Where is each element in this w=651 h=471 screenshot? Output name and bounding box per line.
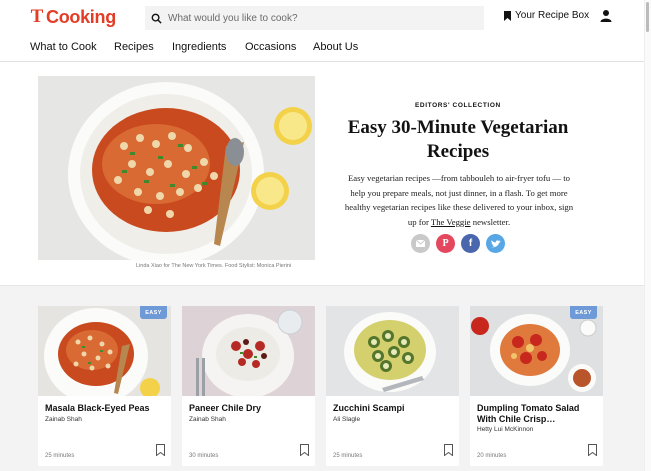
recipe-card-author: Zainab Shah xyxy=(45,416,82,423)
share-email-button[interactable] xyxy=(411,234,430,253)
recipe-card-author: Zainab Shah xyxy=(189,416,226,423)
recipe-card-title: Zucchini Scampi xyxy=(333,403,405,413)
hero-image[interactable] xyxy=(38,76,315,260)
page-title: Easy 30-Minute Vegetarian Recipes xyxy=(347,117,569,162)
share-twitter-button[interactable] xyxy=(486,234,505,253)
photo-credit: Linda Xiao for The New York Times. Food … xyxy=(136,263,292,269)
easy-badge: EASY xyxy=(140,306,167,319)
recipe-card[interactable]: Paneer Chile Dry Zainab Shah 30 minutes xyxy=(182,306,315,466)
the-veggie-newsletter-link[interactable]: The Veggie xyxy=(431,217,471,227)
pinterest-icon: P xyxy=(442,238,449,249)
save-recipe-bookmark-icon[interactable] xyxy=(588,444,597,456)
share-pinterest-button[interactable]: P xyxy=(436,234,455,253)
recipe-card-time: 25 minutes xyxy=(333,453,363,459)
collection-kicker: EDITORS' COLLECTION xyxy=(415,102,501,109)
search-input[interactable] xyxy=(168,12,468,24)
description-text-end: newsletter. xyxy=(470,216,511,227)
bookmark-icon xyxy=(504,10,511,21)
recipe-card-time: 20 minutes xyxy=(477,453,507,459)
recipe-card-title: Masala Black-Eyed Peas xyxy=(45,403,150,413)
nyt-cooking-logo[interactable]: T Cooking xyxy=(29,6,117,28)
recipe-card-image xyxy=(326,306,459,396)
recipe-card-image xyxy=(470,306,603,396)
user-account-icon[interactable] xyxy=(600,9,612,23)
recipe-card-title: Dumpling Tomato Salad With Chile Crisp… xyxy=(477,403,580,424)
collection-description: Easy vegetarian recipes —from tabbouleh … xyxy=(344,171,574,229)
nav-item-what-to-cook[interactable]: What to Cook xyxy=(30,41,97,53)
share-facebook-button[interactable]: f xyxy=(461,234,480,253)
nav-item-ingredients[interactable]: Ingredients xyxy=(172,41,226,53)
twitter-icon xyxy=(490,239,501,247)
recipe-box-link[interactable]: Your Recipe Box xyxy=(504,10,589,21)
recipe-card-time: 25 minutes xyxy=(45,453,75,459)
recipe-box-label: Your Recipe Box xyxy=(515,10,590,21)
email-icon xyxy=(416,240,425,247)
save-recipe-bookmark-icon[interactable] xyxy=(156,444,165,456)
main-nav: What to Cook Recipes Ingredients Occasio… xyxy=(0,36,651,62)
search-bar[interactable] xyxy=(145,6,484,30)
recipe-card[interactable]: Zucchini Scampi Ali Slagle 25 minutes xyxy=(326,306,459,466)
top-bar: T Cooking Your Recipe Box xyxy=(0,0,651,36)
recipe-card-time: 30 minutes xyxy=(189,453,219,459)
nyt-t-logo-icon: T xyxy=(30,6,44,27)
easy-badge: EASY xyxy=(570,306,597,319)
recipe-card-author: Hetty Lui McKinnon xyxy=(477,426,534,433)
facebook-icon: f xyxy=(468,238,473,249)
nav-item-about-us[interactable]: About Us xyxy=(313,41,358,53)
recipe-card-author: Ali Slagle xyxy=(333,416,361,423)
nav-item-recipes[interactable]: Recipes xyxy=(114,41,154,53)
save-recipe-bookmark-icon[interactable] xyxy=(444,444,453,456)
recipe-card[interactable]: EASY Dumpling Tomato Salad With Chile Cr… xyxy=(470,306,603,466)
recipe-card-image xyxy=(182,306,315,396)
scrollbar-thumb[interactable] xyxy=(646,2,649,32)
recipe-card-title: Paneer Chile Dry xyxy=(189,403,262,413)
page-scrollbar[interactable] xyxy=(644,0,651,471)
search-icon xyxy=(151,13,162,24)
nav-item-occasions[interactable]: Occasions xyxy=(245,41,296,53)
recipe-card-image xyxy=(38,306,171,396)
logo-wordmark: Cooking xyxy=(46,6,116,27)
save-recipe-bookmark-icon[interactable] xyxy=(300,444,309,456)
recipe-card[interactable]: EASY Masala Black-Eyed Peas Zainab Shah … xyxy=(38,306,171,466)
